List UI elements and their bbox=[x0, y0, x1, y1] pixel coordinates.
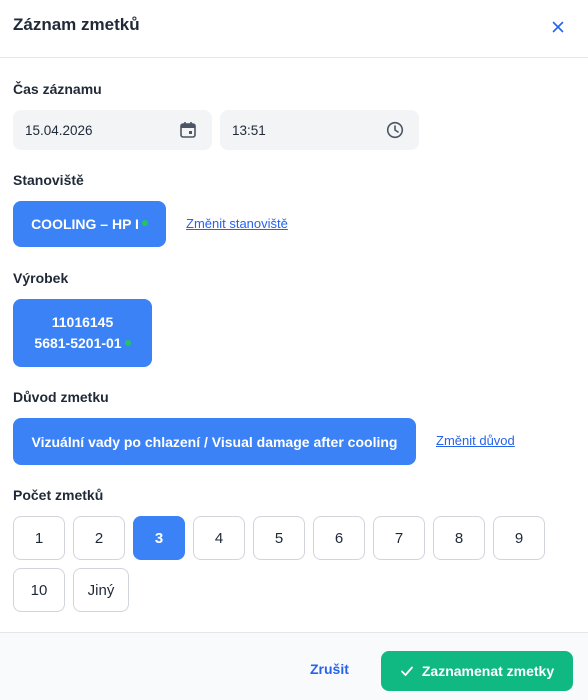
dialog-header: Záznam zmetků bbox=[0, 0, 588, 58]
dialog-title: Záznam zmetků bbox=[13, 15, 140, 34]
status-dot-icon bbox=[141, 220, 148, 226]
date-field[interactable]: 15.04.2026 bbox=[13, 110, 212, 150]
submit-button[interactable]: Zaznamenat zmetky bbox=[381, 651, 573, 691]
time-field[interactable]: 13:51 bbox=[220, 110, 419, 150]
product-code: 11016145 bbox=[51, 314, 114, 330]
count-label: Počet zmetků bbox=[13, 487, 104, 503]
submit-label: Zaznamenat zmetky bbox=[421, 663, 555, 679]
product-chip[interactable]: 11016145 5681-5201-01 bbox=[13, 299, 152, 367]
reason-value: Vizuální vady po chlazení / Visual damag… bbox=[31, 433, 398, 450]
check-icon bbox=[400, 666, 413, 676]
reason-chip[interactable]: Vizuální vady po chlazení / Visual damag… bbox=[13, 418, 416, 465]
count-option-4[interactable]: 4 bbox=[193, 516, 245, 560]
station-chip[interactable]: COOLING – HP I bbox=[13, 201, 166, 247]
product-label: Výrobek bbox=[13, 270, 69, 286]
time-value: 13:51 bbox=[232, 122, 266, 138]
date-value: 15.04.2026 bbox=[25, 122, 93, 138]
count-option-10[interactable]: 10 bbox=[13, 568, 65, 612]
count-option-1[interactable]: 1 bbox=[13, 516, 65, 560]
count-option-other[interactable]: Jiný bbox=[73, 568, 129, 612]
count-option-8[interactable]: 8 bbox=[433, 516, 485, 560]
status-dot-icon bbox=[124, 340, 131, 347]
close-icon bbox=[552, 21, 564, 33]
change-station-link[interactable]: Změnit stanoviště bbox=[186, 216, 288, 231]
station-label: Stanoviště bbox=[13, 172, 84, 188]
count-option-2[interactable]: 2 bbox=[73, 516, 125, 560]
station-value: COOLING – HP I bbox=[31, 216, 139, 232]
count-option-7[interactable]: 7 bbox=[373, 516, 425, 560]
calendar-icon[interactable] bbox=[178, 120, 198, 140]
count-option-3[interactable]: 3 bbox=[133, 516, 185, 560]
time-label: Čas záznamu bbox=[13, 81, 102, 97]
clock-icon[interactable] bbox=[385, 120, 405, 140]
product-variant: 5681-5201-01 bbox=[34, 335, 122, 351]
dialog-footer: Zrušit Zaznamenat zmetky bbox=[0, 632, 588, 700]
change-reason-link[interactable]: Změnit důvod bbox=[436, 433, 515, 448]
count-option-6[interactable]: 6 bbox=[313, 516, 365, 560]
close-button[interactable] bbox=[547, 16, 569, 38]
count-option-5[interactable]: 5 bbox=[253, 516, 305, 560]
count-option-9[interactable]: 9 bbox=[493, 516, 545, 560]
cancel-button[interactable]: Zrušit bbox=[310, 661, 349, 677]
reason-label: Důvod zmetku bbox=[13, 389, 109, 405]
